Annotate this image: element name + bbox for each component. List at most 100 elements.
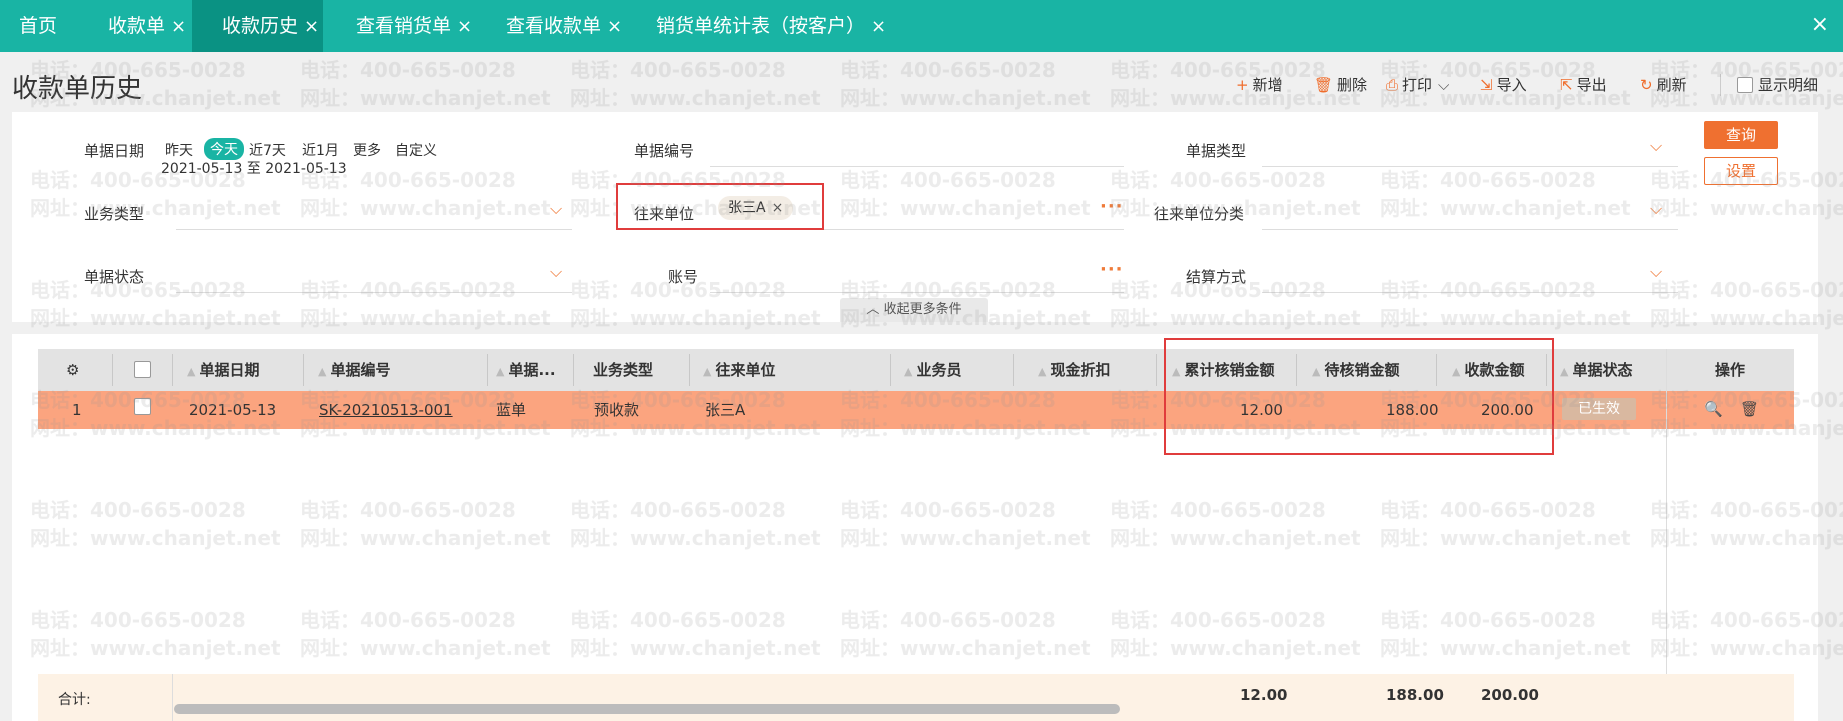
doc-type-label: 单据类型 — [1186, 142, 1247, 160]
account-label: 账号 — [668, 268, 699, 286]
summary-label: 合计: — [58, 692, 91, 708]
th-cash-discount[interactable]: ▲ 现金折扣 — [1038, 349, 1110, 391]
chevron-up-icon: ︿ — [866, 302, 880, 317]
chevron-down-icon[interactable]: ⌵ — [550, 199, 562, 219]
date-label: 单据日期 — [84, 142, 145, 160]
tab-label: 收款单 — [108, 15, 166, 37]
column-divider — [172, 354, 173, 386]
th-doc-kind[interactable]: ▲ 单据... — [496, 349, 556, 391]
th-date[interactable]: ▲ 单据日期 — [187, 349, 259, 391]
date-option-yesterday[interactable]: 昨天 — [165, 140, 193, 160]
column-divider — [1013, 354, 1014, 386]
status-select[interactable] — [176, 292, 572, 293]
row-checkbox[interactable] — [134, 398, 151, 415]
th-status[interactable]: ▲ 单据状态 — [1560, 349, 1632, 391]
view-doc-icon[interactable]: 🔍 — [1704, 400, 1723, 418]
close-icon[interactable]: × — [871, 16, 886, 37]
biz-type-label: 业务类型 — [84, 205, 145, 223]
close-all-icon[interactable]: × — [1811, 12, 1829, 38]
collapse-label: 收起更多条件 — [883, 302, 962, 317]
show-detail-toggle[interactable]: 显示明细 — [1720, 74, 1818, 96]
trash-icon[interactable]: 🗑 — [1740, 400, 1759, 418]
date-option-7days[interactable]: 近7天 — [249, 140, 286, 160]
tab-receipt[interactable]: 收款单 × — [92, 0, 186, 52]
close-icon[interactable]: × — [171, 16, 186, 37]
sort-icon: ▲ — [1038, 365, 1047, 378]
chevron-down-icon[interactable]: ⌵ — [550, 262, 562, 282]
partner-category-select[interactable] — [1262, 229, 1678, 230]
th-label: 单据编号 — [330, 361, 391, 379]
th-label: 单据日期 — [199, 361, 260, 379]
settle-select[interactable] — [1262, 292, 1678, 293]
biz-type-select[interactable] — [176, 229, 572, 230]
column-divider — [303, 354, 304, 386]
row-doc-kind: 蓝单 — [496, 401, 527, 419]
th-salesman[interactable]: ▲ 业务员 — [904, 349, 961, 391]
add-button[interactable]: + 新增 — [1236, 74, 1283, 95]
refresh-icon: ↻ — [1640, 76, 1653, 94]
column-divider — [689, 354, 690, 386]
chevron-down-icon[interactable]: ⌵ — [1650, 262, 1662, 282]
import-button[interactable]: ⇲ 导入 — [1480, 74, 1527, 95]
close-icon[interactable]: × — [304, 16, 319, 37]
collapse-conditions-button[interactable]: ︿ 收起更多条件 — [840, 298, 988, 322]
close-icon[interactable]: × — [457, 16, 472, 37]
column-divider — [1156, 354, 1157, 386]
doc-no-input[interactable] — [710, 166, 1124, 167]
tab-receipt-history[interactable]: 收款历史 × — [192, 0, 323, 52]
horizontal-scrollbar[interactable] — [174, 704, 1120, 714]
row-date: 2021-05-13 — [189, 401, 277, 419]
export-icon: ⇱ — [1560, 76, 1573, 94]
date-option-more[interactable]: 更多 — [353, 140, 381, 160]
th-label: 操作 — [1715, 361, 1746, 379]
import-label: 导入 — [1496, 76, 1527, 94]
sort-icon: ▲ — [318, 365, 327, 378]
th-doc-no[interactable]: ▲ 单据编号 — [318, 349, 390, 391]
tab-label: 查看销货单 — [356, 15, 452, 37]
highlight-box-partner — [616, 183, 824, 230]
date-option-1month[interactable]: 近1月 — [302, 140, 339, 160]
add-label: 新增 — [1252, 76, 1283, 94]
setting-button[interactable]: 设置 — [1704, 157, 1778, 185]
row-biz-type: 预收款 — [594, 401, 640, 419]
more-dots-icon[interactable]: ··· — [1100, 196, 1124, 217]
column-settings-icon[interactable]: ⚙ — [66, 349, 79, 391]
show-detail-label: 显示明细 — [1758, 76, 1819, 94]
account-input[interactable] — [710, 292, 1124, 293]
tab-home[interactable]: 首页 — [0, 0, 76, 52]
delete-button[interactable]: 🗑 删除 — [1314, 74, 1367, 95]
tab-view-sales[interactable]: 查看销货单 × — [356, 0, 480, 52]
tab-sales-stats[interactable]: 销货单统计表（按客户） × — [656, 0, 886, 52]
show-detail-checkbox[interactable] — [1737, 77, 1753, 93]
row-index: 1 — [72, 401, 82, 419]
select-all-checkbox[interactable] — [134, 361, 151, 378]
chevron-down-icon[interactable]: ⌵ — [1650, 136, 1662, 156]
more-dots-icon[interactable]: ··· — [1100, 259, 1124, 280]
row-partner: 张三A — [705, 401, 746, 419]
frozen-column-divider — [1666, 349, 1667, 721]
sort-icon: ▲ — [496, 365, 505, 378]
row-doc-no-link[interactable]: SK-20210513-001 — [319, 391, 453, 429]
import-icon: ⇲ — [1480, 76, 1493, 94]
refresh-button[interactable]: ↻ 刷新 — [1640, 74, 1687, 95]
th-biz-type[interactable]: 业务类型 — [593, 349, 653, 391]
tab-view-receipt[interactable]: 查看收款单 × — [506, 0, 630, 52]
tab-bar: 首页 收款单 × 收款历史 × 查看销货单 × 查看收款单 × 销货单统计表（按客户） ×… — [0, 0, 1843, 52]
th-label: 单据状态 — [1572, 361, 1633, 379]
sort-icon: ▲ — [904, 365, 913, 378]
close-icon[interactable]: × — [607, 16, 622, 37]
chevron-down-icon[interactable]: ⌵ — [1650, 199, 1662, 219]
th-partner[interactable]: ▲ 往来单位 — [703, 349, 775, 391]
partner-category-label: 往来单位分类 — [1154, 205, 1245, 223]
print-button[interactable]: ⎙ 打印 ⌵ — [1386, 74, 1449, 95]
date-option-today[interactable]: 今天 — [204, 138, 244, 160]
trash-icon: 🗑 — [1314, 76, 1334, 94]
date-option-custom[interactable]: 自定义 — [395, 140, 437, 160]
doc-type-select[interactable] — [1262, 166, 1678, 167]
export-button[interactable]: ⇱ 导出 — [1560, 74, 1607, 95]
tab-label: 首页 — [18, 15, 57, 37]
th-ops: 操作 — [1715, 349, 1745, 391]
query-button[interactable]: 查询 — [1704, 121, 1778, 149]
column-divider — [112, 354, 113, 386]
delete-label: 删除 — [1337, 76, 1368, 94]
